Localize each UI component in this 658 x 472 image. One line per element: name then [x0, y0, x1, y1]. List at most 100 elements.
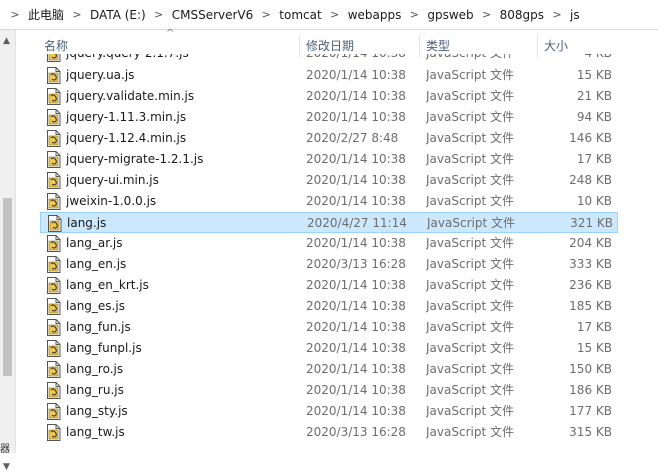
file-row[interactable]: lang_ro.js 2020/1/14 10:38 JavaScript 文件 15…	[40, 359, 618, 380]
javascript-file-icon	[46, 256, 61, 273]
file-row[interactable]: lang_sty.js 2020/1/14 10:38 JavaScript 文件 1…	[40, 401, 618, 422]
file-type: JavaScript 文件	[427, 216, 515, 230]
chevron-right-icon[interactable]: >	[403, 8, 425, 21]
file-row[interactable]: jquery-1.11.3.min.js 2020/1/14 10:38 JavaS…	[40, 107, 618, 128]
chevron-right-icon[interactable]: >	[66, 8, 88, 21]
file-modified-date: 2020/1/14 10:38	[306, 173, 406, 187]
file-row[interactable]: lang_fun.js 2020/1/14 10:38 JavaScript 文件 1…	[40, 317, 618, 338]
file-type: JavaScript 文件	[426, 257, 514, 271]
file-name: jquery-1.12.4.min.js	[66, 131, 187, 145]
file-row[interactable]: lang_ru.js 2020/1/14 10:38 JavaScript 文件 18…	[40, 380, 618, 401]
javascript-file-icon	[46, 361, 61, 378]
chevron-right-icon[interactable]: >	[255, 8, 277, 21]
chevron-right-icon[interactable]: >	[324, 8, 346, 21]
breadcrumb-item[interactable]: 此电脑	[26, 6, 66, 23]
file-modified-date: 2020/3/13 16:28	[306, 425, 406, 439]
javascript-file-icon	[46, 340, 61, 357]
javascript-file-icon	[46, 151, 61, 168]
file-name: lang_fun.js	[66, 320, 131, 334]
javascript-file-icon	[46, 67, 61, 84]
file-row[interactable]: jquery.validate.min.js 2020/1/14 10:38 Jav…	[40, 86, 618, 107]
file-name: lang_ro.js	[66, 362, 124, 376]
column-header-size-label: 大小	[544, 39, 569, 53]
address-bar[interactable]: > 此电脑 > DATA (E:) > CMSServerV6 > tomcat > webapp…	[0, 0, 658, 30]
javascript-file-icon	[46, 88, 61, 105]
file-modified-date: 2020/1/14 10:38	[306, 194, 406, 208]
column-header-date-label: 修改日期	[306, 39, 355, 53]
file-row[interactable]: jquery.query-2.1.7.js 2020/1/14 10:38Java…	[40, 54, 618, 64]
chevron-right-icon[interactable]: >	[148, 8, 170, 21]
file-row[interactable]: jweixin-1.0.0.js 2020/1/14 10:38 JavaScrip…	[40, 191, 618, 212]
file-row[interactable]: jquery-migrate-1.2.1.js 2020/1/14 10:38 Ja…	[40, 149, 618, 170]
file-name: lang_en.js	[66, 257, 127, 271]
breadcrumb-item[interactable]: js	[568, 8, 582, 22]
file-row[interactable]: lang_en.js 2020/3/13 16:28 JavaScript 文件 33…	[40, 254, 618, 275]
file-type: JavaScript 文件	[426, 131, 514, 145]
file-row[interactable]: jquery-ui.min.js 2020/1/14 10:38 JavaScrip…	[40, 170, 618, 191]
javascript-file-icon	[46, 277, 61, 294]
file-row[interactable]: lang_ar.js 2020/1/14 10:38 JavaScript 文件 20…	[40, 233, 618, 254]
file-type: JavaScript 文件	[426, 383, 514, 397]
breadcrumb-item[interactable]: DATA (E:)	[88, 8, 148, 22]
javascript-file-icon	[46, 319, 61, 336]
file-size: 177 KB	[569, 404, 612, 418]
file-size: 17 KB	[576, 152, 612, 166]
file-size: 94 KB	[576, 110, 612, 124]
file-size: 333 KB	[569, 257, 612, 271]
file-size: 15 KB	[576, 341, 612, 355]
file-row[interactable]: lang_tw.js 2020/3/13 16:28 JavaScript 文件 31…	[40, 422, 618, 443]
file-modified-date: 2020/1/14 10:38	[306, 68, 406, 82]
breadcrumb-item[interactable]: CMSServerV6	[170, 8, 256, 22]
file-row[interactable]: jquery-1.12.4.min.js 2020/2/27 8:48 JavaSc…	[40, 128, 618, 149]
file-list-scroll-area	[618, 34, 658, 453]
breadcrumb-item[interactable]: tomcat	[277, 8, 323, 22]
file-size: 236 KB	[569, 278, 612, 292]
chevron-right-icon[interactable]: >	[476, 8, 498, 21]
file-type: JavaScript 文件	[426, 278, 514, 292]
file-row[interactable]: lang_es.js 2020/1/14 10:38 JavaScript 文件 18…	[40, 296, 618, 317]
file-modified-date: 2020/1/14 10:38	[306, 362, 406, 376]
navigation-pane-scroll-thumb[interactable]	[3, 198, 12, 376]
breadcrumb-item[interactable]: gpsweb	[425, 8, 475, 22]
file-type: JavaScript 文件	[426, 362, 514, 376]
file-modified-date: 2020/1/14 10:38	[306, 54, 424, 64]
file-modified-date: 2020/1/14 10:38	[306, 299, 406, 313]
file-name: jquery.query-2.1.7.js	[66, 54, 296, 64]
chevron-right-icon[interactable]: >	[4, 8, 26, 21]
scroll-up-arrow-icon[interactable]: ▲	[3, 36, 10, 46]
file-row[interactable]: lang_en_krt.js 2020/1/14 10:38 JavaScript …	[40, 275, 618, 296]
file-modified-date: 2020/1/14 10:38	[306, 152, 406, 166]
column-header-type-label: 类型	[426, 39, 451, 53]
chevron-right-icon[interactable]: >	[546, 8, 568, 21]
breadcrumb-item[interactable]: 808gps	[498, 8, 546, 22]
javascript-file-icon	[46, 403, 61, 420]
navigation-pane-scrollbar[interactable]: ▲ 器 ▼	[0, 30, 16, 472]
file-size: 204 KB	[569, 236, 612, 250]
file-name: jquery-migrate-1.2.1.js	[66, 152, 204, 166]
file-row[interactable]: lang_funpl.js 2020/1/14 10:38 JavaScript 文…	[40, 338, 618, 359]
javascript-file-icon	[46, 298, 61, 315]
javascript-file-icon	[46, 193, 61, 210]
scroll-down-arrow-icon[interactable]: ▼	[3, 462, 10, 472]
file-name: lang_es.js	[66, 299, 125, 313]
file-modified-date: 2020/1/14 10:38	[306, 236, 406, 250]
javascript-file-icon	[46, 172, 61, 189]
column-header-name-label: 名称	[44, 39, 69, 53]
file-size: 321 KB	[570, 216, 613, 230]
javascript-file-icon	[46, 382, 61, 399]
file-row-selected[interactable]: lang.js 2020/4/27 11:14 JavaScript 文件 321 K…	[40, 212, 618, 233]
file-size: 4 KB	[536, 54, 612, 64]
file-name: lang.js	[67, 216, 107, 230]
file-name: lang_en_krt.js	[66, 278, 149, 292]
file-name: jquery-1.11.3.min.js	[66, 110, 187, 124]
javascript-file-icon	[46, 424, 61, 441]
file-size: 146 KB	[569, 131, 612, 145]
breadcrumb-item[interactable]: webapps	[346, 8, 404, 22]
file-modified-date: 2020/3/13 16:28	[306, 257, 406, 271]
file-size: 15 KB	[576, 68, 612, 82]
file-name: lang_sty.js	[66, 404, 128, 418]
file-row[interactable]: jquery.ua.js 2020/1/14 10:38 JavaScript 文件…	[40, 65, 618, 86]
file-modified-date: 2020/1/14 10:38	[306, 320, 406, 334]
file-name: lang_tw.js	[66, 425, 125, 439]
file-type: JavaScript 文件	[426, 404, 514, 418]
